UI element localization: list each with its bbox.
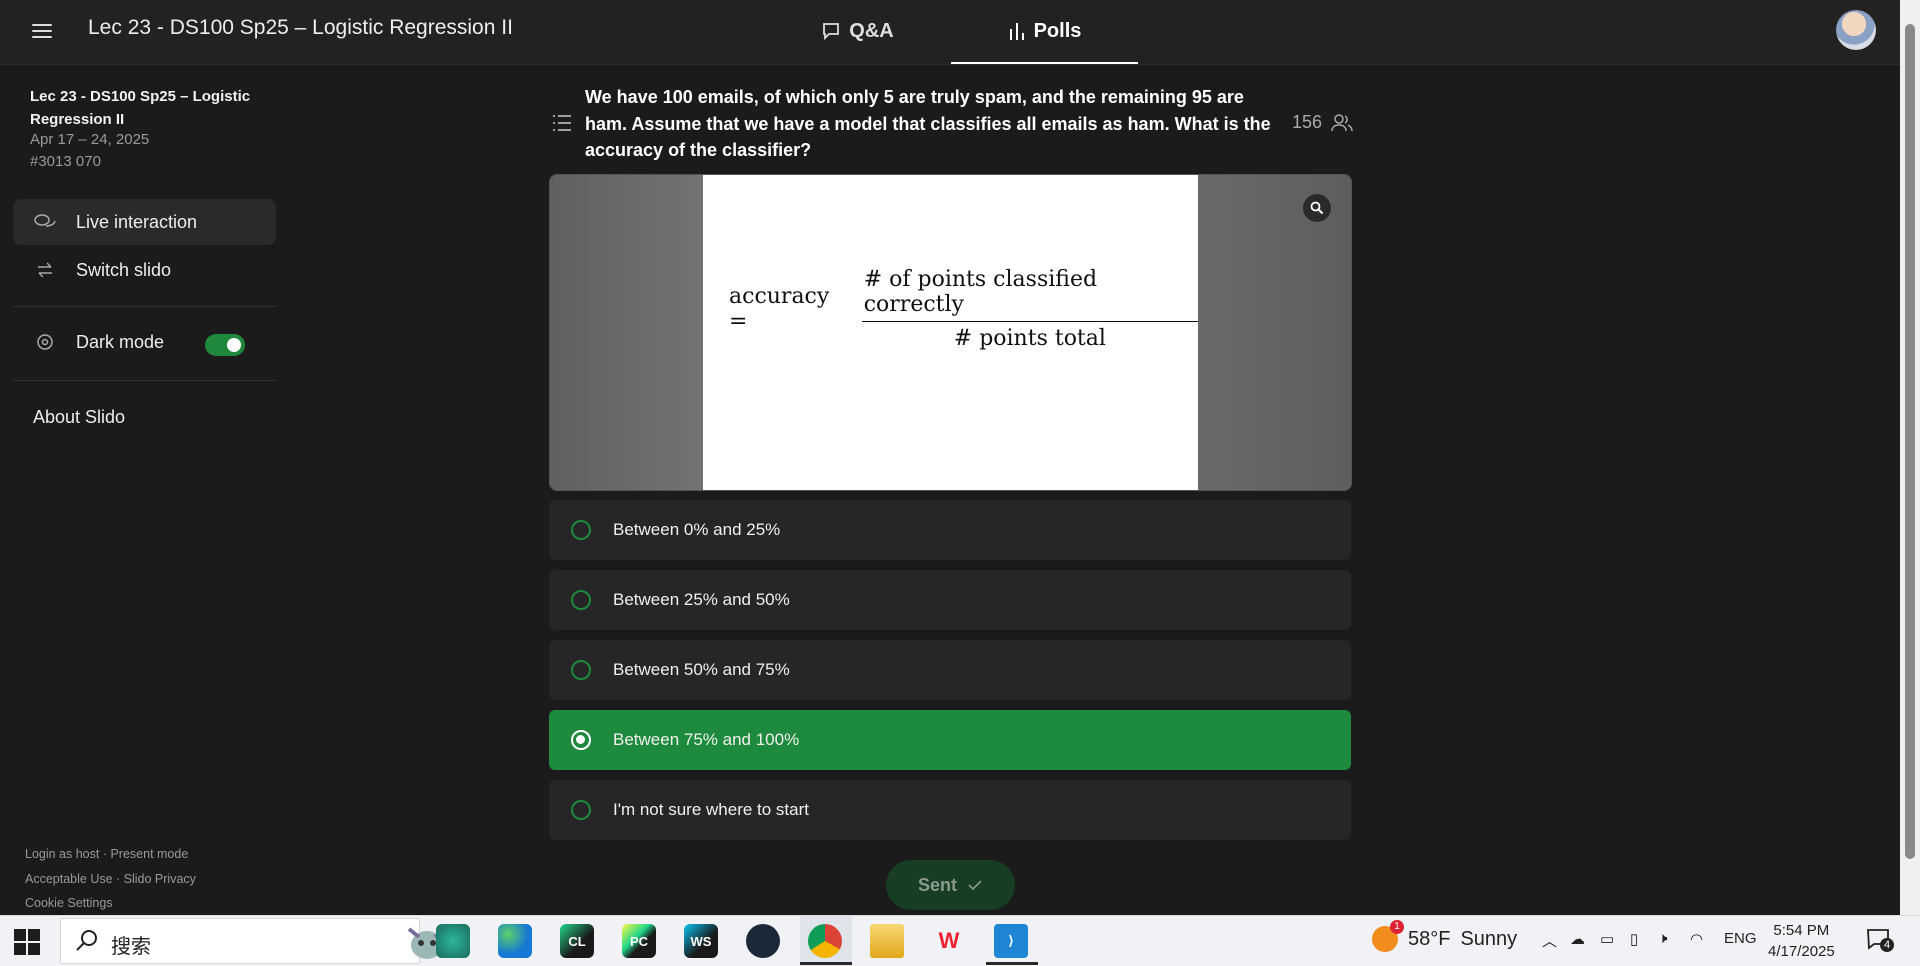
poll-option[interactable]: Between 50% and 75%	[549, 640, 1351, 700]
formula-numerator: # of points classified correctly	[861, 267, 1198, 322]
scrollbar[interactable]	[1900, 0, 1920, 915]
participant-count: 156	[1292, 112, 1354, 133]
brain-app-icon[interactable]	[436, 924, 470, 958]
poll-option[interactable]: Between 25% and 50%	[549, 570, 1351, 630]
about-slido-link[interactable]: About Slido	[33, 407, 125, 428]
poll-question: We have 100 emails, of which only 5 are …	[585, 87, 1271, 160]
file-explorer-icon[interactable]	[870, 924, 904, 958]
footer-login-links[interactable]: Login as host · Present mode	[25, 847, 188, 861]
sidebar-item-live-interaction[interactable]: Live interaction	[13, 199, 276, 245]
notification-center-icon[interactable]: 4	[1866, 928, 1894, 952]
formula-lhs: accuracy =	[729, 284, 830, 334]
formula-denominator: # points total	[953, 326, 1106, 351]
chevron-up-icon[interactable]: ︿	[1542, 930, 1557, 951]
sidebar: Lec 23 - DS100 Sp25 – Logistic Regressio…	[0, 65, 290, 915]
sidebar-event-title: Lec 23 - DS100 Sp25 – Logistic Regressio…	[30, 88, 251, 128]
dark-mode-label: Dark mode	[76, 331, 165, 352]
question-image: accuracy = # of points classified correc…	[549, 174, 1352, 491]
language-indicator[interactable]: ENG	[1724, 930, 1757, 947]
checkmark-icon	[968, 880, 982, 891]
radio-button[interactable]	[571, 730, 591, 750]
sidebar-item-label: Live interaction	[76, 211, 198, 232]
event-code: #3013 070	[30, 153, 101, 170]
meet-now-icon[interactable]: ▯	[1630, 930, 1638, 948]
poll-option-label: Between 75% and 100%	[613, 730, 800, 749]
list-icon[interactable]	[552, 114, 572, 132]
formula-slide: accuracy = # of points classified correc…	[703, 175, 1198, 490]
search-icon	[76, 930, 97, 951]
footer-policy-links[interactable]: Acceptable Use · Slido Privacy	[25, 872, 196, 886]
participant-count-value: 156	[1292, 112, 1323, 132]
notification-count: 4	[1880, 938, 1894, 952]
poll-option[interactable]: Between 0% and 25%	[549, 500, 1351, 560]
footer-cookie-settings[interactable]: Cookie Settings	[25, 896, 113, 910]
scrollbar-thumb[interactable]	[1905, 24, 1915, 859]
clion-icon[interactable]: CL	[560, 924, 594, 958]
pycharm-icon[interactable]: PC	[622, 924, 656, 958]
accuracy-formula: accuracy = # of points classified correc…	[729, 267, 1198, 351]
battery-icon[interactable]: ▭	[1600, 930, 1614, 948]
event-dates: Apr 17 – 24, 2025	[30, 131, 150, 148]
tab-qa[interactable]: Q&A	[800, 0, 915, 62]
sent-button[interactable]: Sent	[886, 860, 1015, 910]
hamburger-menu-icon[interactable]	[30, 20, 54, 42]
avatar[interactable]	[1836, 10, 1876, 50]
speaker-muted-icon[interactable]: 🕨	[1658, 930, 1667, 947]
windows-start-icon[interactable]	[14, 929, 40, 955]
system-clock[interactable]: 5:54 PM 4/17/2025	[1768, 920, 1835, 962]
tab-polls[interactable]: Polls	[951, 0, 1138, 64]
chat-bubble-icon	[823, 23, 840, 41]
swap-arrows-icon	[33, 258, 57, 282]
bar-chart-icon	[1009, 23, 1024, 40]
search-placeholder: 搜索	[111, 936, 151, 958]
edge-icon[interactable]	[498, 924, 532, 958]
poll-option-label: I'm not sure where to start	[613, 800, 809, 819]
weather-condition: Sunny	[1460, 927, 1518, 950]
sidebar-item-switch-slido[interactable]: Switch slido	[13, 247, 276, 293]
vscode-icon[interactable]: ⟩	[994, 924, 1028, 958]
wps-icon[interactable]: W	[932, 924, 966, 958]
radio-button[interactable]	[571, 590, 591, 610]
weather-badge: 1	[1390, 920, 1404, 934]
zoom-image-button[interactable]	[1303, 194, 1331, 222]
magnifier-icon	[1310, 201, 1324, 215]
top-bar: Lec 23 - DS100 Sp25 – Logistic Regressio…	[0, 0, 1900, 65]
people-icon	[1331, 113, 1353, 131]
radio-button[interactable]	[571, 520, 591, 540]
poll-option-label: Between 25% and 50%	[613, 590, 790, 609]
chat-bubbles-icon	[33, 210, 57, 234]
taskbar: 搜索 CL PC WS W ⟩ 1 58°F Sunny ︿ ☁ ▭ ▯ 🕨 ◠…	[0, 915, 1920, 966]
webstorm-icon[interactable]: WS	[684, 924, 718, 958]
divider	[13, 380, 276, 381]
poll-option-selected[interactable]: Between 75% and 100%	[549, 710, 1351, 770]
onedrive-icon[interactable]: ☁	[1570, 930, 1585, 948]
sidebar-item-label: Switch slido	[76, 259, 172, 280]
sent-button-label: Sent	[917, 874, 957, 895]
poll-option-label: Between 0% and 25%	[613, 520, 781, 539]
divider	[13, 306, 276, 307]
clock-date: 4/17/2025	[1768, 943, 1835, 960]
tab-qa-label: Q&A	[849, 19, 894, 42]
poll-option-label: Between 50% and 75%	[613, 660, 790, 679]
taskbar-search-input[interactable]: 搜索	[60, 918, 447, 964]
radio-button[interactable]	[571, 800, 591, 820]
radio-button[interactable]	[571, 660, 591, 680]
wifi-icon[interactable]: ◠	[1690, 930, 1703, 948]
clock-time: 5:54 PM	[1773, 922, 1830, 939]
event-title: Lec 23 - DS100 Sp25 – Logistic Regressio…	[88, 16, 513, 39]
weather-temp: 58°F	[1408, 927, 1451, 950]
tab-polls-label: Polls	[1033, 19, 1082, 42]
chrome-icon[interactable]	[808, 924, 842, 958]
weather-widget[interactable]: 1 58°F Sunny	[1372, 920, 1518, 952]
sun-icon: 1	[1372, 920, 1404, 952]
gear-icon	[33, 330, 57, 354]
steam-icon[interactable]	[746, 924, 780, 958]
poll-option[interactable]: I'm not sure where to start	[549, 780, 1351, 840]
dark-mode-toggle[interactable]	[205, 334, 245, 356]
